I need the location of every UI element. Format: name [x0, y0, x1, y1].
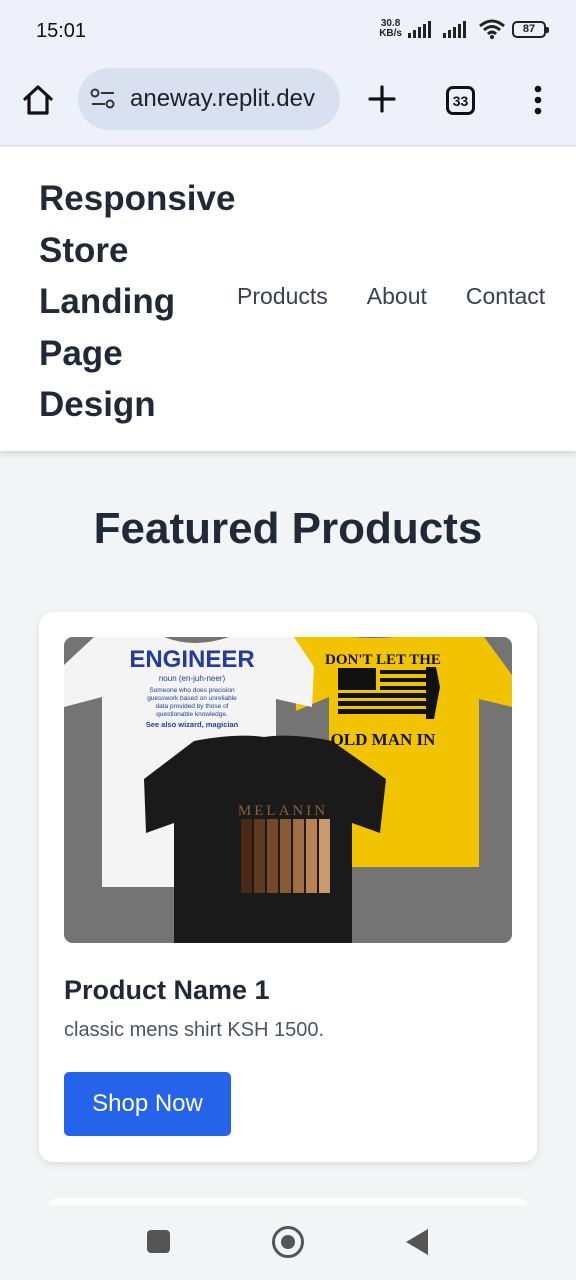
site-header: Responsive Store Landing Page Design Pro… — [0, 147, 576, 451]
status-bar: 15:01 30.8 KB/s 87 — [0, 0, 576, 60]
tab-switcher-button[interactable]: 33 — [446, 86, 475, 115]
svg-text:questionable knowledge.: questionable knowledge. — [156, 711, 228, 718]
product-name: Product Name 1 — [64, 975, 270, 1005]
status-time: 15:01 — [36, 20, 87, 42]
svg-text:guesswork based on unreliable: guesswork based on unreliable — [147, 695, 237, 702]
nav-link-contact[interactable]: Contact — [466, 283, 545, 310]
product-description: classic mens shirt KSH 1500. — [64, 1019, 325, 1041]
nav-link-about[interactable]: About — [367, 283, 427, 310]
back-icon[interactable] — [406, 1229, 428, 1255]
svg-text:DON'T LET THE: DON'T LET THE — [325, 652, 441, 668]
svg-text:noun (en-juh-neer): noun (en-juh-neer) — [159, 674, 226, 683]
section-title: Featured Products — [93, 504, 483, 553]
site-title: Responsive Store Landing Page Design — [39, 179, 236, 424]
system-nav-bar — [0, 1205, 576, 1280]
home-icon[interactable] — [20, 82, 56, 118]
svg-text:MELANIN: MELANIN — [238, 803, 328, 819]
site-settings-icon[interactable] — [90, 88, 116, 110]
new-tab-icon[interactable] — [364, 81, 400, 117]
product-image: ENGINEER noun (en-juh-neer) Someone who … — [64, 637, 512, 943]
product-card: ENGINEER noun (en-juh-neer) Someone who … — [39, 612, 537, 1162]
battery-icon: 87 — [512, 20, 549, 38]
signal-icon — [443, 20, 466, 38]
status-icons: 30.8 KB/s 87 — [379, 18, 549, 40]
more-options-icon[interactable] — [528, 82, 548, 118]
engineer-text: ENGINEER — [129, 646, 254, 673]
recents-icon[interactable] — [147, 1230, 170, 1253]
site-nav: Products About Contact — [237, 283, 545, 310]
url-text: aneway.replit.dev — [130, 85, 315, 112]
signal-icon — [408, 20, 431, 38]
network-speed: 30.8 KB/s — [379, 18, 402, 39]
svg-text:Someone who does precision: Someone who does precision — [149, 687, 235, 694]
svg-text:See also wizard, magician: See also wizard, magician — [146, 720, 239, 729]
wifi-icon — [479, 19, 505, 39]
shop-now-button[interactable]: Shop Now — [64, 1072, 231, 1136]
browser-toolbar: aneway.replit.dev 33 — [0, 60, 576, 146]
home-nav-icon[interactable] — [272, 1226, 304, 1258]
svg-text:data provided by those of: data provided by those of — [156, 703, 229, 710]
nav-link-products[interactable]: Products — [237, 283, 328, 310]
svg-text:OLD MAN IN: OLD MAN IN — [331, 730, 437, 749]
address-bar[interactable]: aneway.replit.dev — [78, 68, 340, 130]
